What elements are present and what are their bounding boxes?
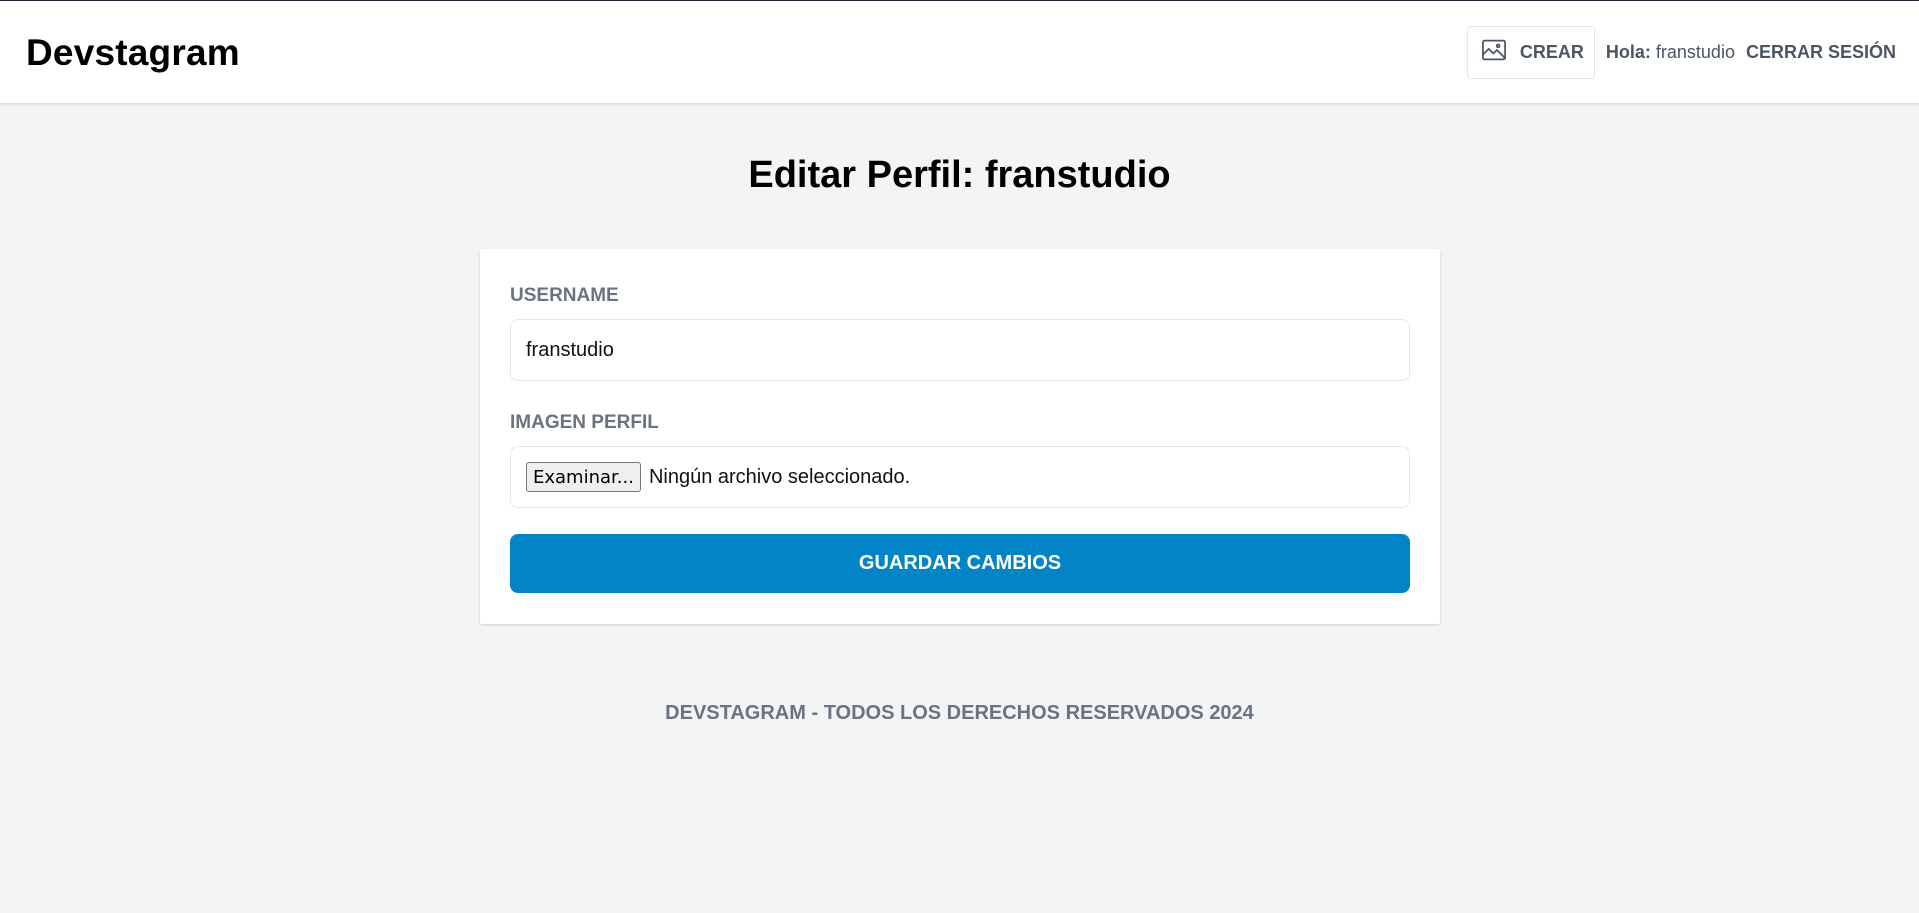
browse-file-button[interactable]: Examinar...: [526, 462, 641, 492]
greeting-username[interactable]: franstudio: [1656, 42, 1735, 62]
create-label: CREAR: [1519, 42, 1584, 62]
logo[interactable]: Devstagram: [26, 32, 240, 74]
no-file-text: Ningún archivo seleccionado.: [648, 465, 911, 488]
logout-button[interactable]: CERRAR SESIÓN: [1746, 42, 1896, 63]
save-changes-button[interactable]: GUARDAR CAMBIOS: [510, 534, 1410, 593]
greeting-label: Hola:: [1605, 42, 1651, 62]
username-input[interactable]: [526, 338, 1394, 362]
footer-text: DEVSTAGRAM - TODOS LOS DERECHOS RESERVAD…: [665, 702, 1254, 724]
create-post-button[interactable]: CREAR: [1466, 26, 1595, 79]
page-title: Editar Perfil: franstudio: [748, 154, 1171, 196]
header-nav: CREAR Hola: franstudio CERRAR SESIÓN: [1466, 26, 1896, 79]
image-icon: [1480, 36, 1508, 69]
profile-image-field: Examinar... Ningún archivo seleccionado.: [510, 446, 1410, 508]
username-field-wrapper: [510, 319, 1410, 381]
site-header: Devstagram CREAR Hola: franstudio CERRAR…: [0, 1, 1919, 103]
profile-image-label: IMAGEN PERFIL: [510, 412, 659, 433]
user-greeting: Hola: franstudio: [1606, 42, 1735, 63]
username-label: USERNAME: [510, 285, 619, 306]
edit-profile-form: USERNAME IMAGEN PERFIL Examinar... Ningú…: [480, 249, 1440, 624]
